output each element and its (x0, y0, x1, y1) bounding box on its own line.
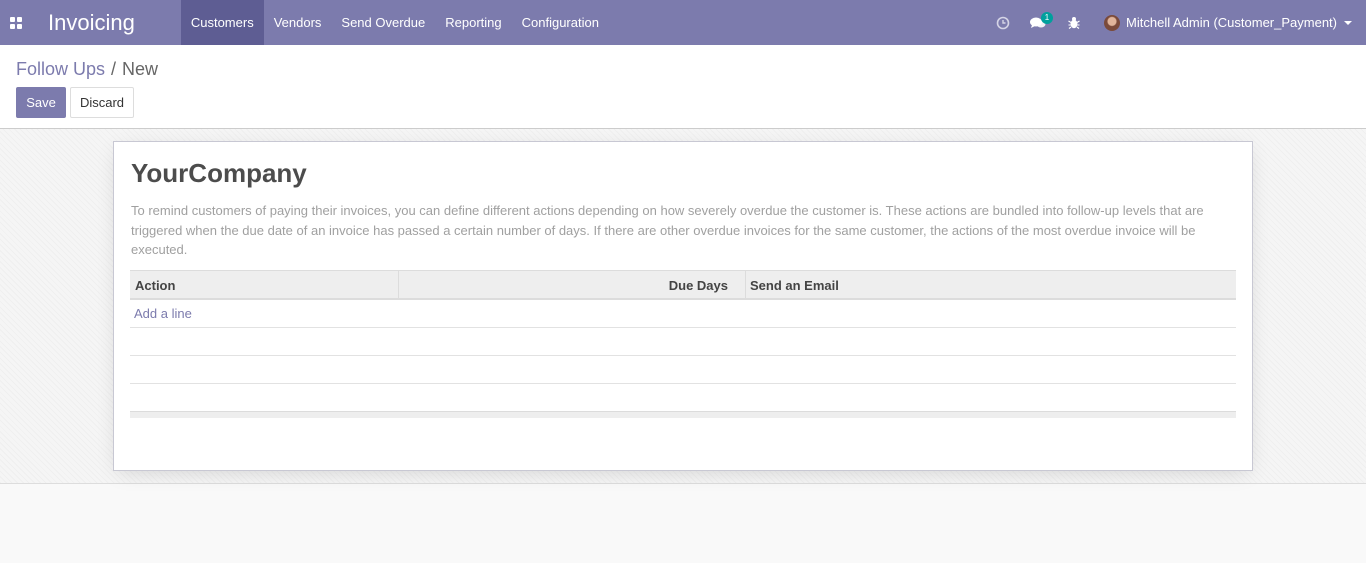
top-navbar: Invoicing Customers Vendors Send Overdue… (0, 0, 1366, 45)
chevron-down-icon (1344, 20, 1352, 25)
table-row (130, 384, 1236, 411)
menu-customers[interactable]: Customers (180, 0, 264, 45)
table-row (130, 328, 1236, 356)
company-name: YourCompany (131, 158, 307, 188)
form-sheet: YourCompany To remind customers of payin… (113, 141, 1253, 471)
messages-count-badge: 1 (1041, 12, 1054, 24)
breadcrumb: Follow Ups / New (16, 59, 158, 80)
column-send-email[interactable]: Send an Email (746, 271, 1236, 299)
main-menu: Customers Vendors Send Overdue Reporting… (180, 0, 609, 45)
breadcrumb-separator: / (111, 59, 117, 79)
table-header: Action Due Days Send an Email (130, 270, 1236, 300)
clock-icon[interactable] (986, 0, 1020, 45)
chat-bubbles-icon[interactable]: 1 (1020, 0, 1056, 45)
control-panel: Follow Ups / New Save Discard (0, 45, 1366, 129)
help-text: To remind customers of paying their invo… (131, 203, 1204, 257)
bug-icon[interactable] (1056, 0, 1092, 45)
add-a-line-link[interactable]: Add a line (130, 306, 192, 321)
form-view: YourCompany To remind customers of payin… (0, 129, 1366, 484)
table-row (130, 356, 1236, 384)
table-footer (130, 411, 1236, 418)
column-action[interactable]: Action (130, 271, 399, 299)
breadcrumb-follow-ups[interactable]: Follow Ups (16, 59, 105, 80)
menu-configuration[interactable]: Configuration (512, 0, 609, 45)
follow-up-lines-table: Action Due Days Send an Email Add a line (130, 270, 1236, 418)
table-row: Add a line (130, 300, 1236, 328)
save-button[interactable]: Save (16, 87, 66, 118)
user-name: Mitchell Admin (Customer_Payment) (1126, 15, 1337, 30)
discard-button[interactable]: Discard (70, 87, 134, 118)
breadcrumb-current: New (122, 59, 159, 79)
systray: 1 Mitchell Admin (Customer_Payment) (986, 0, 1366, 45)
apps-menu-icon[interactable] (0, 0, 32, 45)
avatar (1104, 14, 1121, 31)
app-title: Invoicing (48, 9, 135, 35)
user-menu[interactable]: Mitchell Admin (Customer_Payment) (1092, 0, 1366, 45)
menu-send-overdue[interactable]: Send Overdue (331, 0, 435, 45)
column-due-days[interactable]: Due Days (399, 271, 746, 299)
menu-vendors[interactable]: Vendors (264, 0, 332, 45)
menu-reporting[interactable]: Reporting (435, 0, 511, 45)
